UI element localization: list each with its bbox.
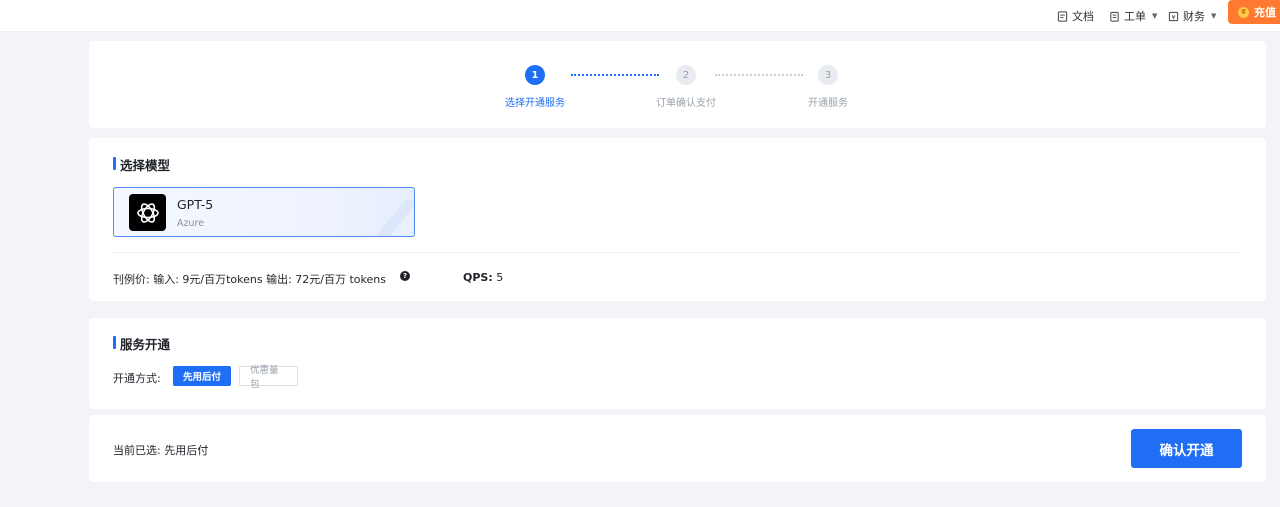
footer-card: 当前已选: 先用后付 确认开通 (89, 415, 1266, 482)
svg-text:¥: ¥ (1171, 13, 1175, 21)
service-card: 服务开通 开通方式: 先用后付 优惠量包 (89, 318, 1266, 409)
model-section-title: 选择模型 (113, 155, 170, 174)
step-1: 1 选择开通服务 (475, 65, 595, 109)
service-section-title: 服务开通 (113, 334, 170, 353)
step-number: 3 (818, 65, 838, 85)
model-option-gpt5[interactable]: GPT-5 Azure (113, 187, 415, 237)
discount-package-button[interactable]: 优惠量包 (239, 365, 298, 390)
ticket-icon (1110, 11, 1119, 22)
selected-decoration-icon (377, 200, 414, 236)
finance-icon: ¥ (1168, 11, 1179, 21)
openai-logo-icon (129, 194, 166, 231)
steps-card: 1 选择开通服务 2 订单确认支付 3 开通服务 (89, 41, 1266, 128)
model-provider: Azure (177, 218, 205, 229)
step-2: 2 订单确认支付 (626, 65, 746, 109)
chevron-down-icon: ▼ (1211, 12, 1217, 20)
recharge-button[interactable]: ¥ 充值 (1228, 0, 1280, 24)
mode-label: 开通方式: (113, 372, 161, 385)
coin-icon: ¥ (1238, 6, 1249, 18)
divider (113, 252, 1242, 253)
step-number: 1 (525, 65, 545, 85)
docs-label: 文档 (1072, 10, 1094, 23)
chevron-down-icon: ▼ (1152, 12, 1158, 20)
step-label: 选择开通服务 (505, 98, 565, 109)
model-name: GPT-5 (177, 197, 214, 212)
docs-icon (1057, 10, 1068, 22)
current-selection: 当前已选: 先用后付 (113, 444, 209, 457)
finance-label: 财务 (1183, 10, 1205, 23)
step-3: 3 开通服务 (768, 65, 888, 109)
docs-link[interactable]: 文档 (1057, 6, 1094, 26)
qps-value: 5 (496, 271, 504, 284)
step-label: 开通服务 (808, 98, 848, 109)
qps-label: QPS: (463, 271, 493, 284)
price-text: 刊例价: 输入: 9元/百万tokens 输出: 72元/百万 tokens (113, 273, 386, 286)
qps-info: QPS: 5 (463, 271, 503, 284)
top-nav-bar: 文档 工单 ▼ ¥ 财务 ▼ ¥ 充值 (0, 0, 1280, 32)
model-card: 选择模型 GPT-5 Azure 刊例价: 输入: 9元/百万tokens 输出… (89, 138, 1266, 301)
finance-menu[interactable]: ¥ 财务 ▼ (1168, 6, 1216, 26)
step-number: 2 (676, 65, 696, 85)
ticket-label: 工单 (1124, 10, 1146, 23)
ticket-menu[interactable]: 工单 ▼ (1109, 6, 1157, 26)
pay-as-you-go-button[interactable]: 先用后付 (173, 366, 231, 386)
confirm-button[interactable]: 确认开通 (1131, 429, 1242, 468)
help-icon[interactable]: ? (400, 271, 410, 281)
step-label: 订单确认支付 (656, 98, 716, 109)
recharge-label: 充值 (1254, 6, 1276, 19)
